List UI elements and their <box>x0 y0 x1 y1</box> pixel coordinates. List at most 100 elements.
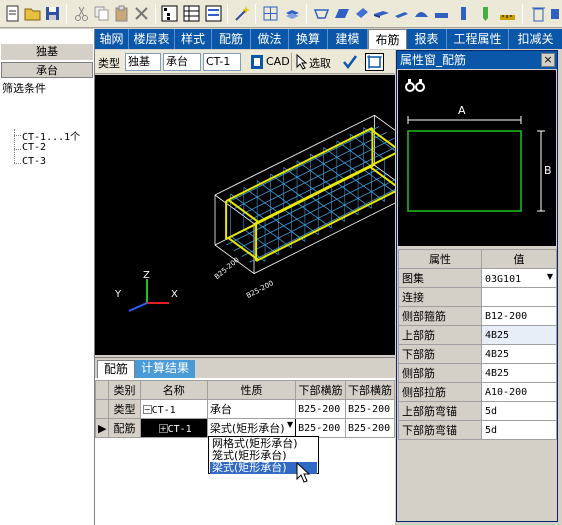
property-value[interactable] <box>481 287 557 307</box>
raft-icon[interactable] <box>433 5 450 22</box>
component-select-value: CT-1 <box>206 55 231 68</box>
paste-icon[interactable] <box>113 5 130 22</box>
delete-icon[interactable] <box>133 5 150 22</box>
tab-reinforcement[interactable]: 配筋 <box>212 29 251 49</box>
dropdown-arrow-icon[interactable]: ▼ <box>547 272 553 281</box>
tab-deduction[interactable]: 扣减关 <box>509 29 562 49</box>
tree-view-icon[interactable] <box>161 5 178 22</box>
tab-method[interactable]: 做法 <box>251 29 289 49</box>
3d-viewport[interactable]: Z Y X B25-200 B25-200 <box>95 75 414 355</box>
table-row[interactable]: 下部筋弯锚 5d <box>398 420 557 440</box>
wand-icon[interactable] <box>233 5 250 22</box>
table-row[interactable]: 上部筋弯锚 5d <box>398 401 557 421</box>
ruler-icon[interactable] <box>499 5 516 22</box>
rebar-longitudinal <box>225 168 380 246</box>
new-file-icon[interactable] <box>4 5 21 22</box>
rebar-3d-model <box>128 114 414 312</box>
cad-icon[interactable] <box>250 54 264 70</box>
property-table: 属性 值 图集 03G101 ▼ 连接 侧部箍筋 B12-200 上部筋 4B25 下部… <box>398 249 557 440</box>
tab-report[interactable]: 报表 <box>407 29 447 49</box>
table-row[interactable]: 连接 <box>398 287 557 307</box>
table-row[interactable]: 侧部拉筋 A10-200 <box>398 382 557 402</box>
rebar-transverse <box>323 147 359 174</box>
row-bar-1[interactable]: B25-200 <box>295 418 346 438</box>
row-name-cell[interactable]: −CT-1 <box>139 399 208 419</box>
save-icon[interactable] <box>44 5 61 22</box>
properties-icon[interactable] <box>205 5 222 22</box>
row-bar-2[interactable]: B25-200 <box>344 418 396 438</box>
component-toolbar: 类型 独基 承台 CT-1 CAD 选取 <box>95 50 395 74</box>
property-name: 连接 <box>398 287 482 307</box>
layers-icon[interactable] <box>284 5 301 22</box>
collapse-icon[interactable]: − <box>142 405 152 414</box>
tree-item-ct3[interactable]: CT-3 <box>22 156 46 167</box>
property-value-cell[interactable]: 03G101 ▼ <box>481 268 557 288</box>
property-value[interactable]: A10-200 <box>481 382 557 402</box>
type-select[interactable]: 独基 <box>125 53 161 71</box>
tab-axis-grid[interactable]: 轴网 <box>95 29 129 49</box>
property-value[interactable]: 4B25 <box>481 344 557 364</box>
binoculars-icon[interactable] <box>405 79 425 92</box>
property-value[interactable]: 5d <box>481 420 557 440</box>
grid-icon[interactable] <box>262 5 279 22</box>
row-bar-2[interactable]: B25-200 <box>344 399 396 419</box>
trash-icon[interactable] <box>530 5 547 22</box>
rebar-transverse <box>310 153 346 180</box>
table-view-icon[interactable] <box>183 5 200 22</box>
table-row[interactable]: 类型 −CT-1 承台 B25-200 B25-200 <box>94 399 396 419</box>
table-row[interactable]: 图集 03G101 ▼ <box>398 268 557 288</box>
property-combo[interactable]: 梁式(矩形承台) ▼ <box>206 418 297 438</box>
row-name-cell[interactable]: +CT-1 <box>139 418 208 438</box>
tab-calc-result[interactable]: 计算结果 <box>135 360 196 378</box>
slab-icon[interactable] <box>353 5 370 22</box>
combo-arrow-icon[interactable]: ▼ <box>287 420 293 429</box>
cad-label[interactable]: CAD <box>266 55 290 68</box>
copy-icon[interactable] <box>93 5 110 22</box>
open-folder-icon[interactable] <box>24 5 41 22</box>
table-row[interactable]: 下部筋 4B25 <box>398 344 557 364</box>
snap-grid-icon[interactable] <box>365 53 384 71</box>
tab-modeling[interactable]: 建模 <box>328 29 368 49</box>
component-select[interactable]: CT-1 <box>203 53 241 71</box>
row-property[interactable]: 承台 <box>206 399 297 419</box>
pile-cap-icon[interactable] <box>333 5 350 22</box>
subtype-select[interactable]: 承台 <box>163 53 201 71</box>
tab-conversion[interactable]: 换算 <box>289 29 328 49</box>
axis-y-line <box>128 302 148 312</box>
box-edge <box>253 143 414 224</box>
table-row[interactable]: 上部筋 4B25 <box>398 325 557 345</box>
close-icon[interactable]: × <box>541 53 555 67</box>
tab-style[interactable]: 样式 <box>175 29 212 49</box>
tree-item-ct2[interactable]: CT-2 <box>22 142 46 153</box>
strip-footing-icon[interactable] <box>413 5 430 22</box>
cut-icon[interactable] <box>73 5 90 22</box>
filter-label[interactable]: 筛选条件 <box>2 80 46 96</box>
tab-reinforcement-grid[interactable]: 配筋 <box>97 360 136 378</box>
axis-y-label: Y <box>115 289 122 300</box>
table-row[interactable]: 侧部箍筋 B12-200 <box>398 306 557 326</box>
property-value[interactable]: 4B25 <box>481 363 557 383</box>
table-row[interactable]: ▶ 配筋 +CT-1 梁式(矩形承台) ▼ B25-200 B25-200 <box>94 418 396 438</box>
tab-floor-table[interactable]: 楼层表 <box>129 29 175 49</box>
confirm-check-icon[interactable] <box>342 54 358 70</box>
row-bar-1[interactable]: B25-200 <box>295 399 346 419</box>
pile-icon[interactable] <box>477 5 494 22</box>
column-icon[interactable] <box>455 5 472 22</box>
category-pile-cap[interactable]: 承台 <box>1 62 93 78</box>
expand-icon[interactable]: + <box>158 424 168 433</box>
category-foundation[interactable]: 独基 <box>1 44 93 60</box>
tab-project-properties[interactable]: 工程属性 <box>447 29 509 49</box>
property-value[interactable]: 4B25 <box>481 325 557 345</box>
property-value[interactable]: B12-200 <box>481 306 557 326</box>
wall-icon[interactable] <box>393 5 410 22</box>
foundation-icon[interactable] <box>313 5 330 22</box>
beam-icon[interactable] <box>373 5 390 22</box>
select-cursor-icon[interactable] <box>296 54 308 70</box>
more-icon[interactable] <box>549 5 562 22</box>
column-header: 下部横筋 <box>344 380 396 400</box>
tree-item-ct1[interactable]: CT-1...1个 <box>22 128 80 143</box>
tab-bar-layout[interactable]: 布筋 <box>368 29 407 49</box>
select-label[interactable]: 选取 <box>309 55 331 71</box>
table-row[interactable]: 侧部筋 4B25 <box>398 363 557 383</box>
property-value[interactable]: 5d <box>481 401 557 421</box>
